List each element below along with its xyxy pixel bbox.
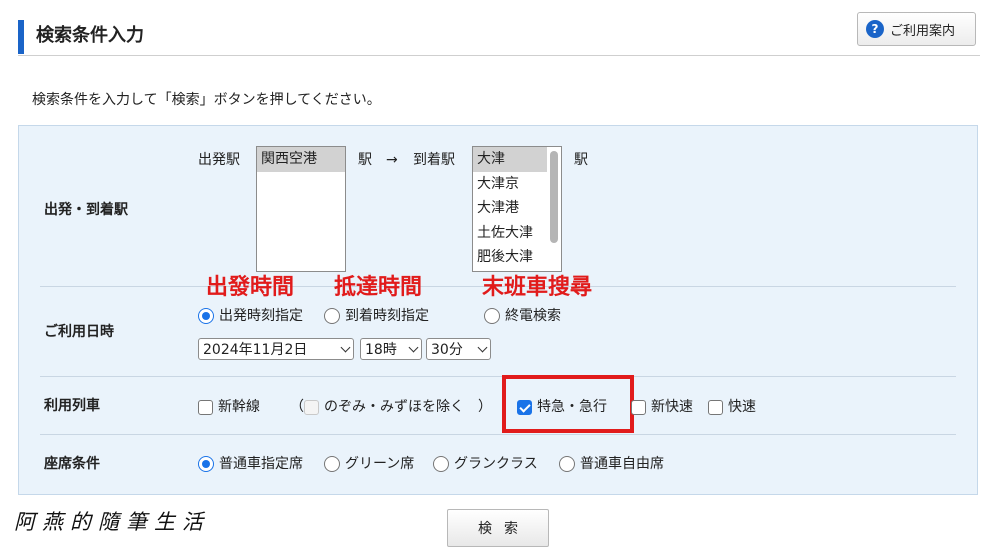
hour-select[interactable]: 18時 bbox=[360, 338, 422, 360]
list-item[interactable]: 大津 bbox=[473, 147, 547, 172]
radio-reserved-seat[interactable]: 普通車指定席 bbox=[198, 454, 303, 474]
trains-label: 利用列車 bbox=[44, 398, 100, 414]
annotation-depart-time: 出發時間 bbox=[206, 275, 295, 300]
radio-last-train[interactable]: 終電検索 bbox=[484, 306, 561, 326]
checkbox-shinkansen[interactable]: 新幹線 bbox=[198, 397, 260, 417]
arrow-icon: → bbox=[386, 152, 398, 168]
annotation-arrive-time: 抵達時間 bbox=[334, 275, 423, 300]
radio-non-reserved-seat[interactable]: 普通車自由席 bbox=[559, 454, 664, 474]
list-item[interactable]: 大津港 bbox=[473, 196, 561, 221]
radio-green-seat[interactable]: グリーン席 bbox=[324, 454, 414, 474]
radio-label: グランクラス bbox=[454, 456, 538, 472]
radio-label: 終電検索 bbox=[505, 308, 561, 324]
checkbox-disabled-icon[interactable] bbox=[304, 399, 319, 415]
hour-select-value: 18時 bbox=[365, 342, 397, 358]
arrival-label: 到着駅 bbox=[413, 152, 455, 168]
radio-unchecked-icon[interactable] bbox=[559, 456, 575, 472]
minute-select-value: 30分 bbox=[431, 342, 463, 358]
stations-label: 出発・到着駅 bbox=[44, 202, 128, 218]
checkbox-new-rapid[interactable]: 新快速 bbox=[631, 397, 693, 417]
page-title: 検索条件入力 bbox=[36, 25, 144, 46]
row-divider bbox=[40, 434, 956, 435]
scrollbar-thumb[interactable] bbox=[550, 151, 558, 243]
chevron-down-icon bbox=[477, 342, 488, 352]
radio-depart-time[interactable]: 出発時刻指定 bbox=[198, 306, 303, 326]
list-item[interactable]: 肥後大津 bbox=[473, 245, 561, 270]
list-item[interactable]: 大津京 bbox=[473, 172, 561, 197]
checkbox-label: 新幹線 bbox=[218, 399, 260, 415]
checkbox-label: 特急・急行 bbox=[537, 399, 607, 415]
question-icon: ? bbox=[866, 20, 884, 38]
checkbox-rapid[interactable]: 快速 bbox=[708, 397, 756, 417]
radio-label: 普通車指定席 bbox=[219, 456, 303, 472]
list-item[interactable]: 関西空港 bbox=[257, 147, 345, 172]
minute-select[interactable]: 30分 bbox=[426, 338, 491, 360]
list-item[interactable]: 土佐大津 bbox=[473, 221, 561, 246]
seats-label: 座席条件 bbox=[44, 456, 100, 472]
datetime-label: ご利用日時 bbox=[44, 324, 114, 340]
radio-label: 到着時刻指定 bbox=[345, 308, 429, 324]
checkbox-unchecked-icon[interactable] bbox=[631, 399, 646, 415]
checkbox-label: 快速 bbox=[728, 399, 756, 415]
arrival-station-suffix: 駅 bbox=[574, 152, 588, 168]
date-select[interactable]: 2024年11月2日 bbox=[198, 338, 354, 360]
radio-arrive-time[interactable]: 到着時刻指定 bbox=[324, 306, 429, 326]
checkbox-express[interactable]: 特急・急行 bbox=[517, 397, 607, 417]
radio-label: 出発時刻指定 bbox=[219, 308, 303, 324]
radio-label: 普通車自由席 bbox=[580, 456, 664, 472]
checkbox-checked-icon[interactable] bbox=[517, 399, 532, 415]
checkbox-unchecked-icon[interactable] bbox=[708, 399, 723, 415]
checkbox-label: 新快速 bbox=[651, 399, 693, 415]
watermark-signature: 阿燕的隨筆生活 bbox=[14, 510, 210, 534]
paren-close: ） bbox=[478, 399, 492, 415]
search-button[interactable]: 検索 bbox=[447, 509, 549, 547]
departure-station-suffix: 駅 bbox=[358, 152, 372, 168]
arrival-station-listbox[interactable]: 大津 大津京 大津港 土佐大津 肥後大津 bbox=[472, 146, 562, 272]
checkbox-label: のぞみ・みずほを除く bbox=[324, 399, 464, 415]
radio-checked-icon[interactable] bbox=[198, 456, 214, 472]
departure-station-listbox[interactable]: 関西空港 bbox=[256, 146, 346, 272]
checkbox-unchecked-icon[interactable] bbox=[198, 399, 213, 415]
title-divider bbox=[18, 55, 980, 56]
title-accent-bar bbox=[18, 20, 24, 54]
date-select-value: 2024年11月2日 bbox=[203, 342, 308, 358]
radio-unchecked-icon[interactable] bbox=[324, 456, 340, 472]
help-button-label: ご利用案内 bbox=[890, 23, 956, 39]
checkbox-exclude-nozomi[interactable]: のぞみ・みずほを除く bbox=[304, 397, 464, 417]
help-button[interactable]: ? ご利用案内 bbox=[857, 12, 976, 46]
chevron-down-icon bbox=[340, 342, 351, 352]
radio-checked-icon[interactable] bbox=[198, 308, 214, 324]
row-divider bbox=[40, 376, 956, 377]
radio-unchecked-icon[interactable] bbox=[324, 308, 340, 324]
radio-unchecked-icon[interactable] bbox=[484, 308, 500, 324]
paren-open: （ bbox=[290, 399, 304, 415]
radio-gran-class[interactable]: グランクラス bbox=[433, 454, 538, 474]
radio-label: グリーン席 bbox=[345, 456, 415, 472]
chevron-down-icon bbox=[408, 342, 419, 352]
instruction-text: 検索条件を入力して「検索」ボタンを押してください。 bbox=[32, 92, 381, 108]
radio-unchecked-icon[interactable] bbox=[433, 456, 449, 472]
departure-label: 出発駅 bbox=[198, 152, 240, 168]
annotation-last-train: 末班車搜尋 bbox=[482, 275, 593, 300]
